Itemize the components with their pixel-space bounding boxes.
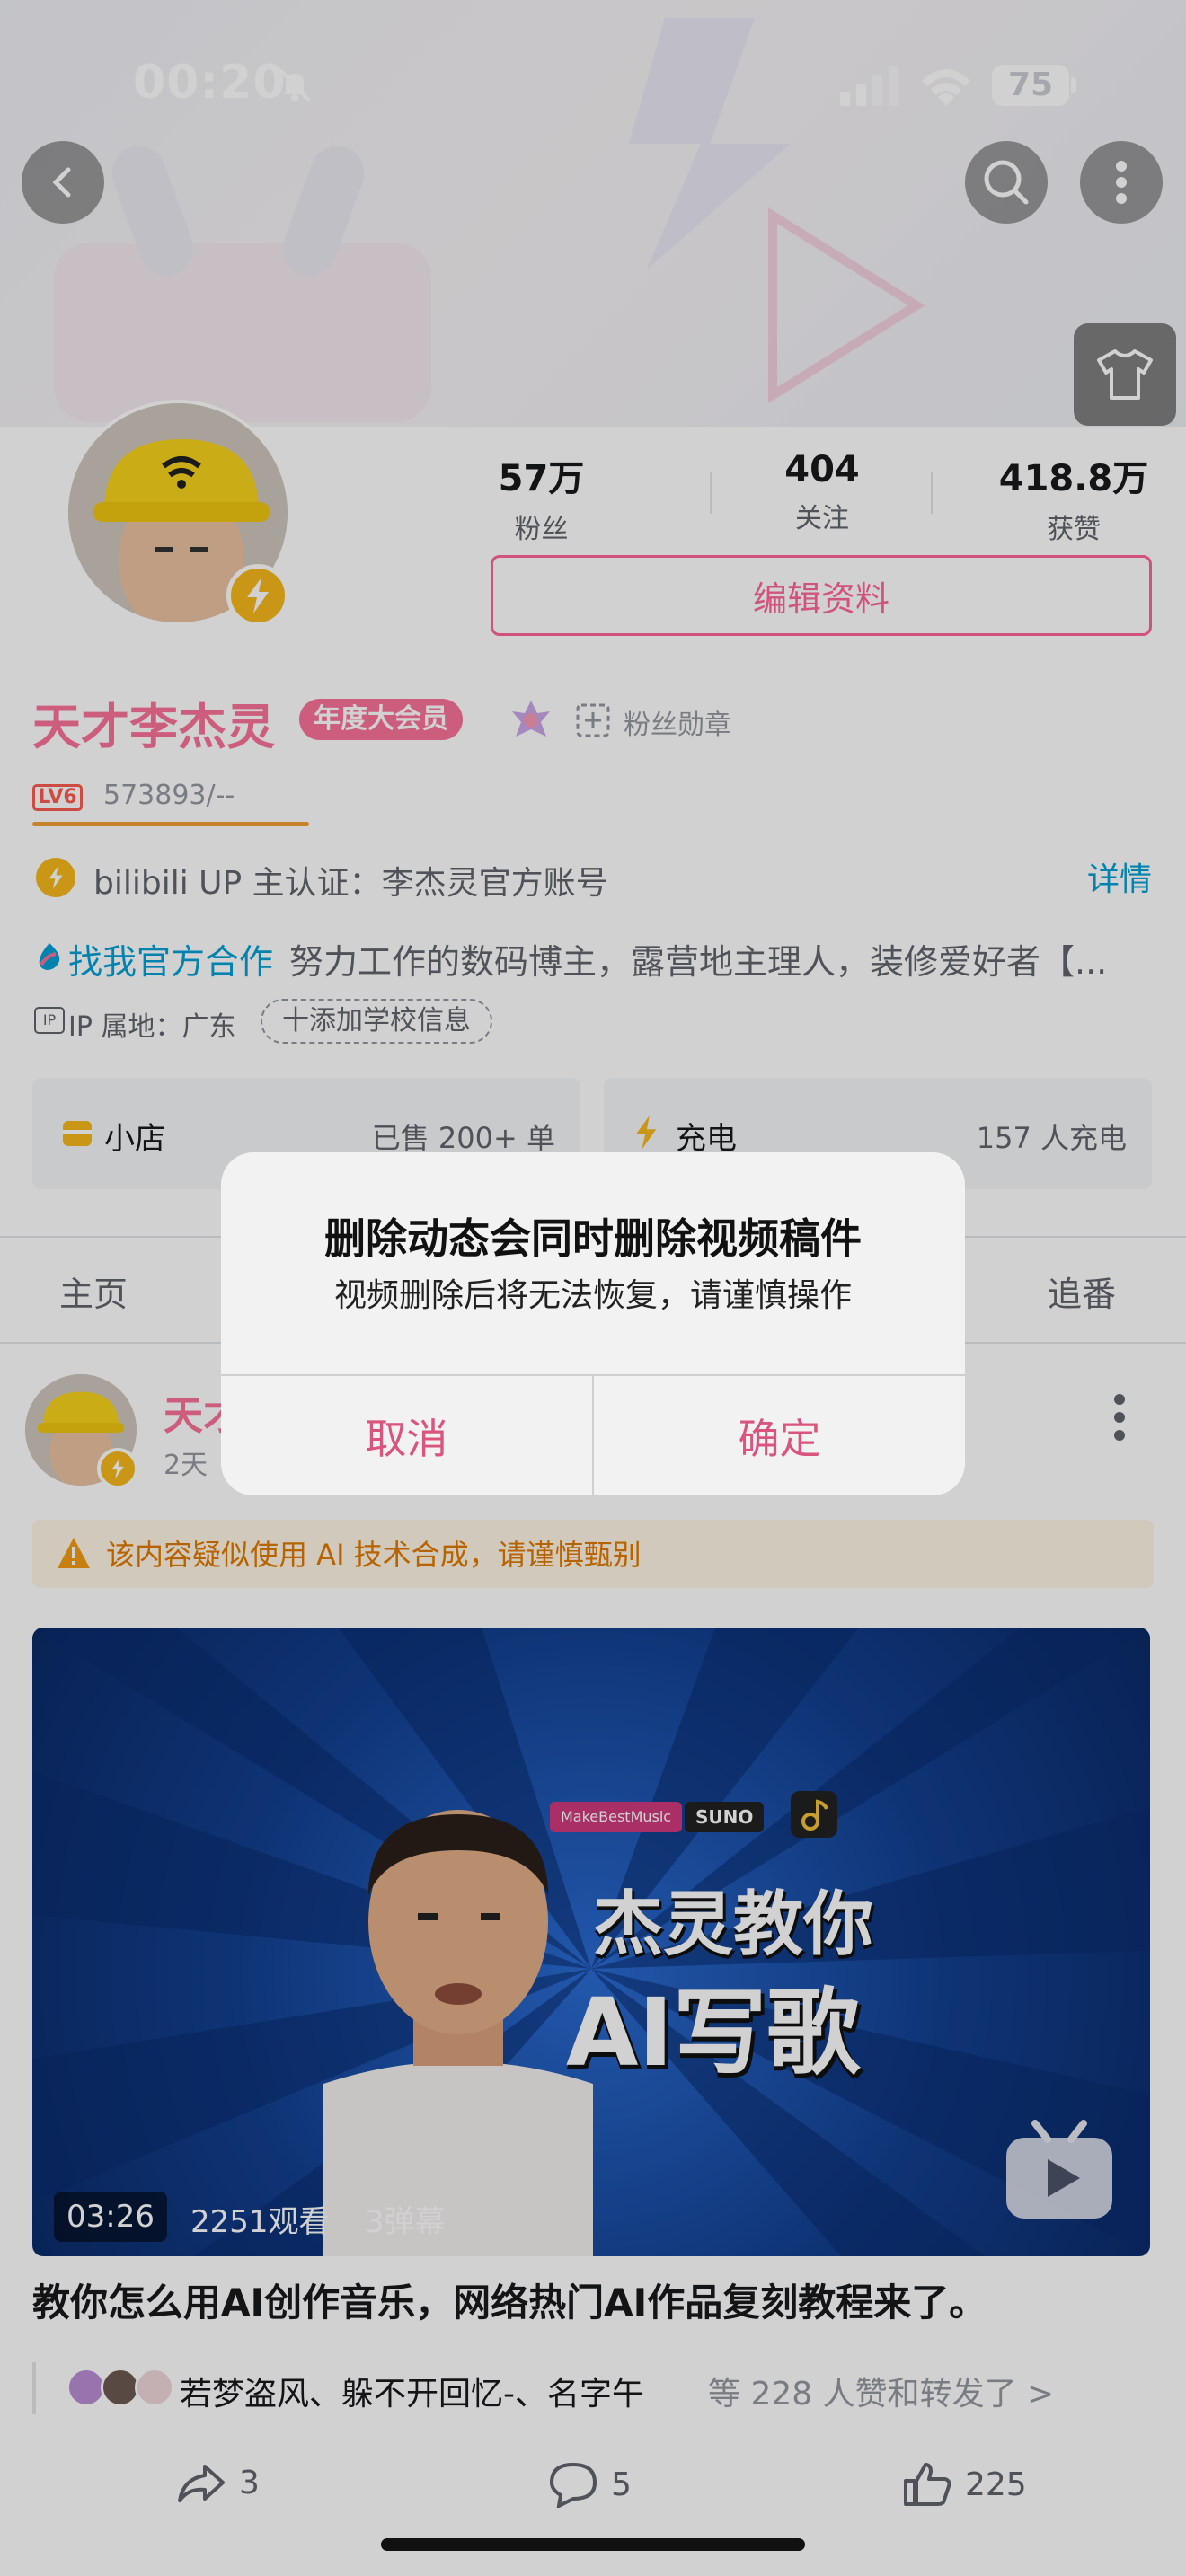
cancel-button[interactable]: 取消 xyxy=(221,1376,592,1495)
dialog-message: 视频删除后将无法恢复，请谨慎操作 xyxy=(333,1277,852,1314)
delete-dialog: 删除动态会同时删除视频稿件 视频删除后将无法恢复，请谨慎操作 取消 确定 xyxy=(221,1152,965,1495)
confirm-button[interactable]: 确定 xyxy=(594,1376,965,1495)
home-indicator[interactable] xyxy=(381,2538,805,2551)
dialog-title: 删除动态会同时删除视频稿件 xyxy=(324,1214,862,1263)
